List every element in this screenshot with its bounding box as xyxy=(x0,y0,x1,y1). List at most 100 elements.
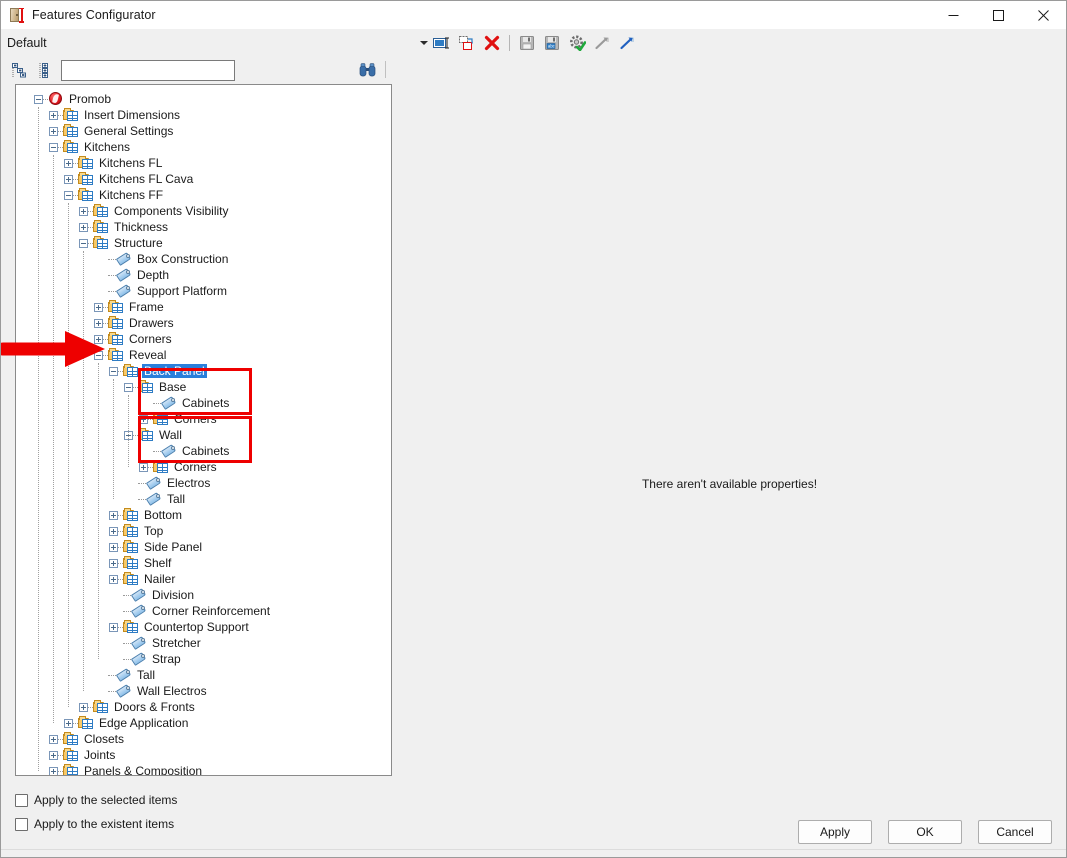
tree-node[interactable]: Cabinets xyxy=(16,395,391,411)
tree-node[interactable]: Depth xyxy=(16,267,391,283)
expand-node-icon[interactable] xyxy=(94,302,103,312)
tree-node[interactable]: Strap xyxy=(16,651,391,667)
expand-node-icon[interactable] xyxy=(109,542,118,552)
tree-node[interactable]: Electros xyxy=(16,475,391,491)
tree-node[interactable]: Panels & Composition xyxy=(16,763,391,775)
apply-selected-checkbox[interactable] xyxy=(15,793,28,807)
expand-all-button[interactable] xyxy=(35,60,55,80)
tree-node[interactable]: Wall xyxy=(16,427,391,443)
minimize-button[interactable] xyxy=(931,1,976,29)
tree-node[interactable]: Insert Dimensions xyxy=(16,107,391,123)
delete-button[interactable] xyxy=(481,32,503,54)
expand-node-icon[interactable] xyxy=(49,110,58,120)
tree-node[interactable]: Base xyxy=(16,379,391,395)
apply-selected-row[interactable]: Apply to the selected items xyxy=(15,793,177,807)
collapse-node-icon[interactable] xyxy=(34,94,43,104)
tree-node[interactable]: Components Visibility xyxy=(16,203,391,219)
duplicate-icon xyxy=(459,35,473,50)
expand-node-icon[interactable] xyxy=(109,574,118,584)
tree-node[interactable]: Stretcher xyxy=(16,635,391,651)
ok-button[interactable]: OK xyxy=(888,820,962,844)
feature-tree-container[interactable]: Promob Insert Dimensions General Settings K… xyxy=(15,84,392,776)
profile-combobox[interactable]: Default xyxy=(1,29,433,56)
expand-node-icon[interactable] xyxy=(109,558,118,568)
close-button[interactable] xyxy=(1021,1,1066,29)
import-button[interactable] xyxy=(616,32,638,54)
tree-node[interactable]: Kitchens FL xyxy=(16,155,391,171)
tree-node[interactable]: Kitchens xyxy=(16,139,391,155)
tree-node[interactable]: Bottom xyxy=(16,507,391,523)
tree-node[interactable]: Back Panel xyxy=(16,363,391,379)
tree-node[interactable]: Box Construction xyxy=(16,251,391,267)
expand-node-icon[interactable] xyxy=(109,510,118,520)
tree-node[interactable]: Division xyxy=(16,587,391,603)
save-button[interactable] xyxy=(516,32,538,54)
tree-node[interactable]: Corners xyxy=(16,331,391,347)
tree-node[interactable]: Shelf xyxy=(16,555,391,571)
expand-node-icon[interactable] xyxy=(79,222,88,232)
tree-node[interactable]: Thickness xyxy=(16,219,391,235)
apply-button[interactable]: Apply xyxy=(798,820,872,844)
tree-node[interactable]: Side Panel xyxy=(16,539,391,555)
expand-node-icon[interactable] xyxy=(109,622,118,632)
expand-node-icon[interactable] xyxy=(49,750,58,760)
tree-node[interactable]: Joints xyxy=(16,747,391,763)
validate-button[interactable] xyxy=(566,32,588,54)
tree-node[interactable]: Corners xyxy=(16,459,391,475)
tree-node[interactable]: Kitchens FF xyxy=(16,187,391,203)
tree-node[interactable]: Nailer xyxy=(16,571,391,587)
expand-node-icon[interactable] xyxy=(49,734,58,744)
save-as-button[interactable]: abc xyxy=(541,32,563,54)
rename-button[interactable] xyxy=(431,32,453,54)
collapse-node-icon[interactable] xyxy=(64,190,73,200)
expand-node-icon[interactable] xyxy=(64,174,73,184)
tree-node[interactable]: Cabinets xyxy=(16,443,391,459)
collapse-node-icon[interactable] xyxy=(124,382,133,392)
footer: Apply to the selected items Apply to the… xyxy=(1,785,1066,857)
tree-node[interactable]: Corners xyxy=(16,411,391,427)
collapse-node-icon[interactable] xyxy=(109,366,118,376)
tree-node[interactable]: Corner Reinforcement xyxy=(16,603,391,619)
expand-node-icon[interactable] xyxy=(49,126,58,136)
tree-node[interactable]: Kitchens FL Cava xyxy=(16,171,391,187)
find-button[interactable] xyxy=(357,60,379,80)
expand-node-icon[interactable] xyxy=(49,766,58,775)
tree-node[interactable]: Doors & Fronts xyxy=(16,699,391,715)
tree-node[interactable]: Tall xyxy=(16,491,391,507)
expand-node-icon[interactable] xyxy=(139,462,148,472)
collapse-all-button[interactable] xyxy=(9,60,29,80)
tree-node[interactable]: Support Platform xyxy=(16,283,391,299)
duplicate-button[interactable] xyxy=(456,32,478,54)
expand-node-icon[interactable] xyxy=(64,718,73,728)
tree-node[interactable]: Closets xyxy=(16,731,391,747)
tree-node[interactable]: Promob xyxy=(16,91,391,107)
maximize-button[interactable] xyxy=(976,1,1021,29)
collapse-node-icon[interactable] xyxy=(79,238,88,248)
tree-node[interactable]: Wall Electros xyxy=(16,683,391,699)
search-input[interactable] xyxy=(61,59,235,81)
expand-node-icon[interactable] xyxy=(94,318,103,328)
expand-node-icon[interactable] xyxy=(79,702,88,712)
expand-node-icon[interactable] xyxy=(64,158,73,168)
expand-node-icon[interactable] xyxy=(94,334,103,344)
tree-node[interactable]: General Settings xyxy=(16,123,391,139)
collapse-node-icon[interactable] xyxy=(94,350,103,360)
expand-node-icon[interactable] xyxy=(139,414,148,424)
tree-node[interactable]: Structure xyxy=(16,235,391,251)
tree-node[interactable]: Frame xyxy=(16,299,391,315)
tree-node[interactable]: Edge Application xyxy=(16,715,391,731)
expand-node-icon[interactable] xyxy=(79,206,88,216)
tree-guide-line xyxy=(38,107,39,771)
apply-existent-checkbox[interactable] xyxy=(15,817,28,831)
export-button[interactable] xyxy=(591,32,613,54)
expand-node-icon[interactable] xyxy=(109,526,118,536)
cancel-button[interactable]: Cancel xyxy=(978,820,1052,844)
tree-node[interactable]: Reveal xyxy=(16,347,391,363)
collapse-node-icon[interactable] xyxy=(49,142,58,152)
apply-existent-row[interactable]: Apply to the existent items xyxy=(15,817,174,831)
tree-node[interactable]: Countertop Support xyxy=(16,619,391,635)
tree-node[interactable]: Tall xyxy=(16,667,391,683)
tree-node[interactable]: Top xyxy=(16,523,391,539)
tree-node[interactable]: Drawers xyxy=(16,315,391,331)
title-bar: Features Configurator xyxy=(1,1,1066,29)
